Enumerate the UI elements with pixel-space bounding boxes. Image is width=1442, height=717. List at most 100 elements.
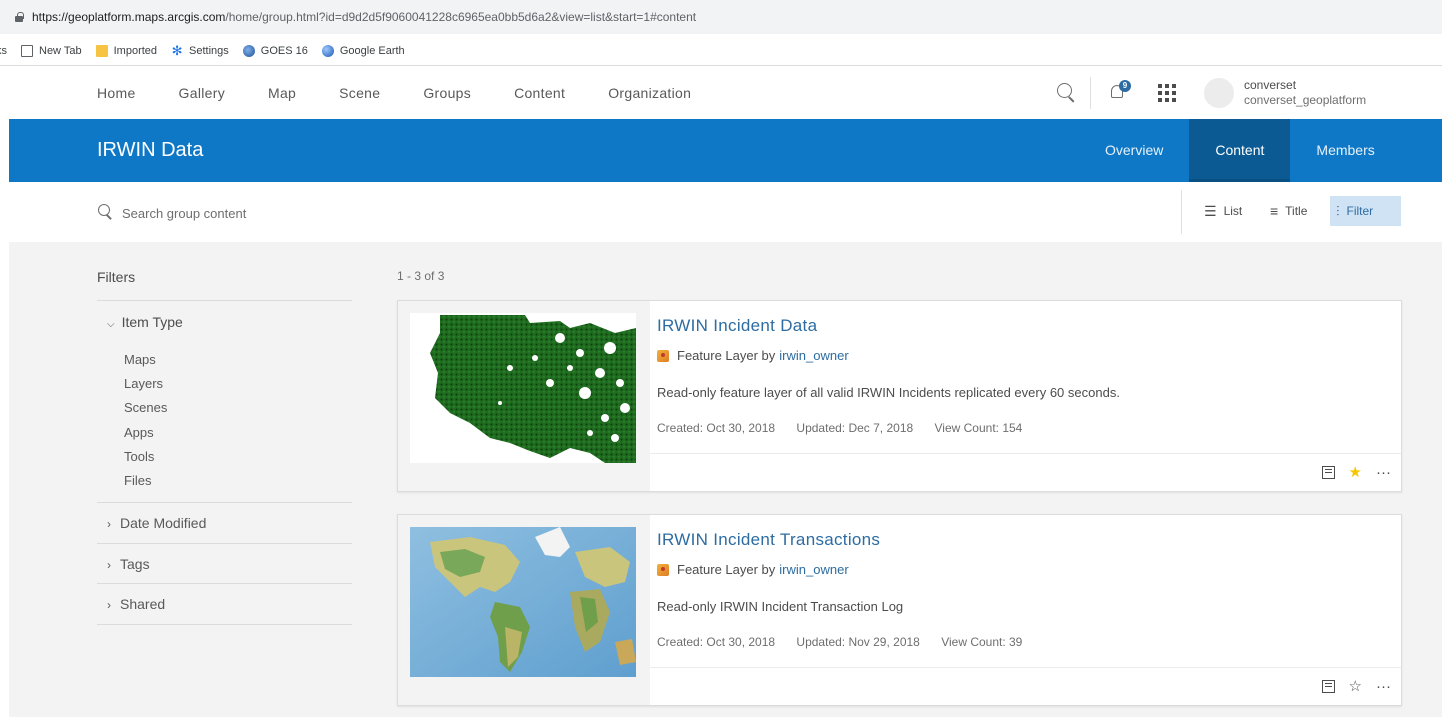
- item-view-count: View Count: 39: [941, 635, 1023, 649]
- nav-divider: [1090, 77, 1091, 109]
- more-options-icon[interactable]: ···: [1376, 464, 1391, 481]
- item-title-link[interactable]: IRWIN Incident Transactions: [657, 530, 880, 550]
- favorite-star-icon[interactable]: ★: [1349, 463, 1362, 481]
- bookmark-goes16[interactable]: GOES 16: [242, 44, 308, 57]
- bookmark-imported[interactable]: Imported: [95, 44, 158, 57]
- nav-organization[interactable]: Organization: [608, 85, 691, 101]
- item-actions: ☆ ···: [1308, 677, 1391, 695]
- item-owner-link[interactable]: irwin_owner: [779, 348, 848, 363]
- favorite-star-icon[interactable]: ☆: [1349, 677, 1362, 695]
- sort-icon: ≡: [1270, 203, 1279, 219]
- item-thumbnail[interactable]: [410, 313, 636, 463]
- item-meta: Created: Oct 30, 2018 Updated: Nov 29, 2…: [657, 635, 1040, 649]
- filter-option-scenes[interactable]: Scenes: [124, 396, 167, 420]
- item-description: Read-only feature layer of all valid IRW…: [657, 385, 1120, 400]
- item-meta: Created: Oct 30, 2018 Updated: Dec 7, 20…: [657, 421, 1040, 435]
- filter-option-files[interactable]: Files: [124, 469, 167, 493]
- list-label: List: [1223, 204, 1243, 218]
- nav-groups[interactable]: Groups: [423, 85, 471, 101]
- filter-tags-toggle[interactable]: › Tags: [107, 556, 150, 572]
- view-divider: [1181, 190, 1182, 234]
- tab-members[interactable]: Members: [1290, 119, 1411, 182]
- item-description: Read-only IRWIN Incident Transaction Log: [657, 599, 904, 614]
- filter-item-type-toggle[interactable]: ⌵ Item Type: [107, 314, 183, 330]
- nav-home[interactable]: Home: [97, 85, 136, 101]
- list-icon: ☰: [1204, 202, 1217, 219]
- nav-links: Home Gallery Map Scene Groups Content Or…: [97, 67, 734, 119]
- list-view-button[interactable]: ☰ List: [1198, 196, 1248, 226]
- nav-gallery[interactable]: Gallery: [179, 85, 225, 101]
- earth-icon: [321, 44, 334, 57]
- bookmark-google-earth[interactable]: Google Earth: [321, 44, 405, 57]
- gear-icon: ✻: [171, 42, 183, 58]
- more-options-icon[interactable]: ···: [1376, 678, 1391, 695]
- item-view-count: View Count: 154: [934, 421, 1023, 435]
- item-title-link[interactable]: IRWIN Incident Data: [657, 316, 817, 336]
- bookmark-label: GOES 16: [260, 44, 308, 57]
- filter-option-tools[interactable]: Tools: [124, 445, 167, 469]
- chevron-right-icon: ›: [107, 558, 111, 572]
- notification-bell-icon[interactable]: 9: [1108, 80, 1131, 103]
- chevron-right-icon: ›: [107, 517, 111, 531]
- search-icon: [98, 204, 114, 220]
- globe-icon: [242, 44, 255, 57]
- filter-option-layers[interactable]: Layers: [124, 372, 167, 396]
- filter-option-maps[interactable]: Maps: [124, 348, 167, 372]
- nav-content[interactable]: Content: [514, 85, 565, 101]
- filters-divider: [97, 543, 352, 544]
- bookmark-label: ks: [0, 44, 7, 57]
- search-row: ☰ List ≡ Title ⫶ Filter: [0, 182, 1442, 242]
- bookmark-label: Settings: [189, 44, 229, 57]
- filter-date-modified-label: Date Modified: [120, 515, 207, 531]
- chevron-right-icon: ›: [107, 598, 111, 612]
- list-item: IRWIN Incident Transactions Feature Laye…: [397, 514, 1402, 706]
- browser-url-bar[interactable]: https://geoplatform.maps.arcgis.com/home…: [0, 0, 1442, 34]
- bookmark-settings[interactable]: ✻ Settings: [171, 42, 229, 58]
- filter-option-apps[interactable]: Apps: [124, 421, 167, 445]
- organization-icon[interactable]: [1321, 465, 1335, 479]
- bookmark-new-tab[interactable]: New Tab: [21, 44, 82, 57]
- filter-shared-toggle[interactable]: › Shared: [107, 596, 165, 612]
- item-type-line: Feature Layer by irwin_owner: [657, 348, 849, 363]
- user-org: converset_geoplatform: [1244, 93, 1367, 107]
- tab-overview[interactable]: Overview: [1079, 119, 1189, 182]
- filters-divider: [97, 624, 352, 625]
- search-input[interactable]: [122, 202, 522, 224]
- app-launcher-icon[interactable]: [1158, 84, 1176, 102]
- filters-divider: [97, 300, 352, 301]
- item-thumbnail-frame: [398, 301, 650, 491]
- page-icon: [21, 44, 33, 57]
- organization-icon[interactable]: [1321, 679, 1335, 693]
- top-navigation: Home Gallery Map Scene Groups Content Or…: [0, 67, 1442, 119]
- filter-shared-label: Shared: [120, 596, 166, 612]
- item-thumbnail[interactable]: [410, 527, 636, 677]
- filter-item-type-label: Item Type: [121, 314, 183, 330]
- user-menu[interactable]: converset converset_geoplatform: [1244, 78, 1366, 108]
- folder-icon: [95, 44, 108, 57]
- avatar[interactable]: [1204, 78, 1234, 108]
- feature-layer-icon: [657, 349, 669, 362]
- bookmark-label: Imported: [113, 44, 158, 57]
- item-owner-link[interactable]: irwin_owner: [779, 562, 848, 577]
- list-item: IRWIN Incident Data Feature Layer by irw…: [397, 300, 1402, 492]
- main-content: Filters ⌵ Item Type Maps Layers Scenes Ap…: [9, 242, 1442, 717]
- search-icon[interactable]: [1057, 83, 1077, 103]
- filter-button[interactable]: ⫶ Filter: [1330, 196, 1401, 226]
- notification-badge: 9: [1119, 80, 1131, 92]
- sort-title-button[interactable]: ≡ Title: [1264, 196, 1313, 226]
- filters-heading: Filters: [97, 269, 136, 285]
- nav-scene[interactable]: Scene: [339, 85, 380, 101]
- group-tabs: Overview Content Members: [1079, 119, 1412, 182]
- item-updated: Updated: Nov 29, 2018: [796, 635, 920, 649]
- filter-date-modified-toggle[interactable]: › Date Modified: [107, 515, 206, 531]
- filter-tags-label: Tags: [120, 556, 150, 572]
- tab-content[interactable]: Content: [1189, 119, 1291, 182]
- nav-map[interactable]: Map: [268, 85, 296, 101]
- item-created: Created: Oct 30, 2018: [657, 635, 776, 649]
- item-type-line: Feature Layer by irwin_owner: [657, 562, 849, 577]
- item-thumbnail-frame: [398, 515, 650, 705]
- lock-icon: [14, 12, 24, 22]
- bookmarks-bar: ks New Tab Imported ✻ Settings GOES 16 G…: [0, 36, 1442, 66]
- bookmark-truncated[interactable]: ks: [0, 45, 7, 57]
- url-host: https://geoplatform.maps.arcgis.com: [32, 10, 226, 24]
